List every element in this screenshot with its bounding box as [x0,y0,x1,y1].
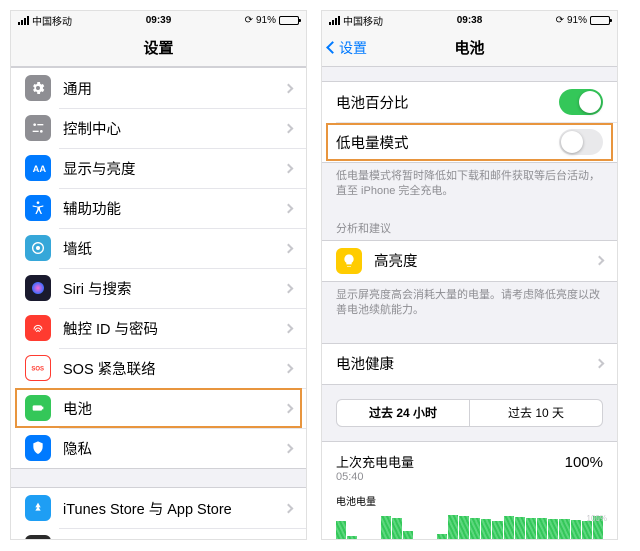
nav-bar: 设置 [11,29,306,67]
last-charge-pct: 100% [565,454,603,471]
battery-chart-section: 上次充电电量 05:40 100% 电池电量 100%50% [322,441,617,539]
siri-icon [25,275,51,301]
battery-icon [279,16,299,25]
status-bar: 中国移动 09:38 ⟳91% [322,11,617,29]
signal-icon [18,16,29,25]
segment-24h[interactable]: 过去 24 小时 [337,400,469,426]
signal-icon [329,16,340,25]
low-power-toggle[interactable] [559,129,603,155]
page-title: 电池 [454,37,484,58]
chevron-right-icon [595,256,605,266]
chevron-right-icon [284,283,294,293]
status-bar: 中国移动 09:39 ⟳91% [11,11,306,29]
battery-icon [25,395,51,421]
last-charge-time: 05:40 [336,471,414,483]
svg-text:SOS: SOS [31,367,44,373]
battery-health-row[interactable]: 电池健康 [322,344,617,384]
chevron-right-icon [284,123,294,133]
chevron-right-icon [284,163,294,173]
lpm-description: 低电量模式将暂时降低如下载和邮件获取等后台活动，直至 iPhone 完全充电。 [322,163,617,206]
segment-10d[interactable]: 过去 10 天 [469,400,602,426]
display-icon: AA [25,155,51,181]
suggestion-brightness[interactable]: 高亮度 [322,241,617,281]
wallpaper-icon [25,235,51,261]
nav-bar: 设置 电池 [322,29,617,67]
privacy-icon [25,435,51,461]
brightness-icon [336,248,362,274]
chevron-right-icon [284,323,294,333]
chevron-right-icon [284,83,294,93]
section-header: 分析和建议 [322,206,617,240]
chevron-right-icon [595,359,605,369]
settings-row-touchid[interactable]: 触控 ID 与密码 [11,308,306,348]
suggestion-description: 显示屏亮度高会消耗大量的电量。请考虑降低亮度以改善电池续航能力。 [322,282,617,325]
sos-icon: SOS [25,355,51,381]
appstore-icon [25,495,51,521]
settings-row-wallet[interactable]: 钱包与 Apple Pay [11,528,306,539]
battery-screen: 中国移动 09:38 ⟳91% 设置 电池 电池百分比 低电量模式 低电量模式将… [321,10,618,540]
last-charge-label: 上次充电电量 [336,452,414,471]
settings-row-appstore[interactable]: iTunes Store 与 App Store [11,488,306,528]
status-time: 09:38 [457,15,483,26]
settings-row-accessibility[interactable]: 辅助功能 [11,188,306,228]
settings-row-siri[interactable]: Siri 与搜索 [11,268,306,308]
settings-row-general[interactable]: 通用 [11,68,306,108]
control-center-icon [25,115,51,141]
svg-text:AA: AA [33,164,46,174]
chevron-right-icon [284,363,294,373]
accessibility-icon [25,195,51,221]
battery-icon [590,16,610,25]
general-icon [25,75,51,101]
chevron-right-icon [284,443,294,453]
chart-title: 电池电量 [336,493,603,508]
battery-pct-toggle[interactable] [559,89,603,115]
chevron-left-icon [326,41,339,54]
touchid-icon [25,315,51,341]
settings-screen: 中国移动 09:39 ⟳91% 设置 通用控制中心AA显示与亮度辅助功能墙纸Si… [10,10,307,540]
page-title: 设置 [143,37,173,58]
time-range-segment[interactable]: 过去 24 小时 过去 10 天 [336,399,603,427]
chevron-right-icon [284,203,294,213]
chevron-right-icon [284,243,294,253]
chevron-right-icon [284,403,294,413]
settings-row-privacy[interactable]: 隐私 [11,428,306,468]
settings-row-sos[interactable]: SOSSOS 紧急联络 [11,348,306,388]
settings-row-wallpaper[interactable]: 墙纸 [11,228,306,268]
settings-row-battery[interactable]: 电池 [11,388,306,428]
battery-level-chart: 100%50% [336,514,603,539]
status-time: 09:39 [146,15,172,26]
settings-row-control-center[interactable]: 控制中心 [11,108,306,148]
low-power-mode-row[interactable]: 低电量模式 [322,122,617,162]
wallet-icon [25,535,51,539]
battery-percentage-row[interactable]: 电池百分比 [322,82,617,122]
settings-row-display[interactable]: AA显示与亮度 [11,148,306,188]
back-button[interactable]: 设置 [328,38,367,58]
chevron-right-icon [284,503,294,513]
